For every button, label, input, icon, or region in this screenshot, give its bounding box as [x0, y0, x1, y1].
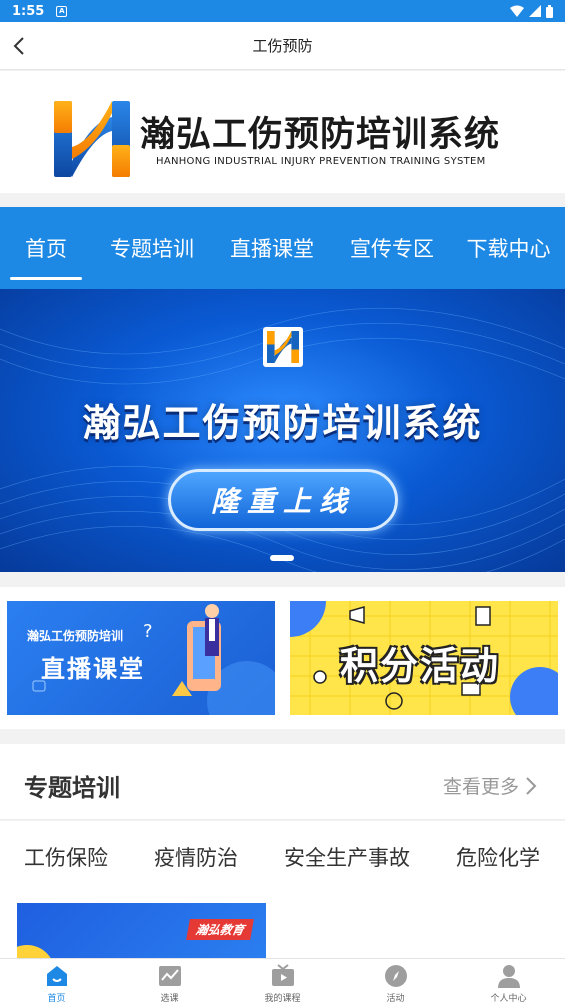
category-item[interactable]: 工伤保险 — [24, 842, 108, 872]
page-title: 工伤预防 — [252, 37, 313, 55]
tab-home[interactable]: 首页 — [0, 207, 92, 289]
course-list: 瀚弘教育 — [0, 893, 565, 958]
banner-title: 瀚弘工伤预防培训系统 — [82, 401, 483, 445]
category-item[interactable]: 危险化学 — [456, 842, 540, 872]
logo-title-cn: 瀚弘工伤预防培训系统 — [140, 115, 501, 155]
main-tabs: 首页 专题培训 直播课堂 宣传专区 下载中心 — [0, 207, 565, 289]
nav-home[interactable]: 首页 — [0, 959, 113, 1004]
hanhong-logo-icon — [54, 101, 130, 177]
view-more-label: 查看更多 — [442, 776, 519, 798]
category-item[interactable]: 疫情防治 — [154, 842, 238, 872]
signal-icon — [529, 5, 541, 17]
tab-topic-training[interactable]: 专题培训 — [92, 207, 212, 289]
category-row: 工伤保险 疫情防治 安全生产事故 危险化学 — [0, 821, 565, 893]
bottom-navigation: 首页 选课 我的课程 活动 个人中心 — [0, 958, 565, 1004]
nav-my-courses[interactable]: 我的课程 — [226, 959, 339, 1004]
promo-section: ? 瀚弘工伤预防培训 直播课堂 积分活动 — [0, 587, 565, 729]
status-bar: 1:55 A — [0, 0, 565, 22]
points-card-title: 积分活动 — [340, 644, 501, 688]
nav-label: 活动 — [386, 994, 405, 1004]
category-item[interactable]: 安全生产事故 — [284, 842, 410, 872]
battery-icon — [546, 4, 553, 18]
video-icon — [271, 964, 294, 986]
nav-activities[interactable]: 活动 — [339, 959, 452, 1004]
wifi-icon — [510, 5, 524, 17]
view-more-link[interactable]: 查看更多 — [443, 772, 537, 799]
course-decoration — [17, 945, 55, 958]
logo-header: 瀚弘工伤预防培训系统 HANHONG INDUSTRIAL INJURY PRE… — [0, 71, 565, 193]
nav-profile[interactable]: 个人中心 — [452, 959, 565, 1004]
nav-label: 选课 — [160, 994, 179, 1004]
live-card-title: 直播课堂 — [41, 655, 145, 683]
chevron-right-icon — [526, 776, 537, 795]
nav-label: 我的课程 — [264, 994, 301, 1004]
nav-select-course[interactable]: 选课 — [113, 959, 226, 1004]
topic-training-header: 专题培训 查看更多 — [0, 744, 565, 820]
live-class-card[interactable]: ? 瀚弘工伤预防培训 直播课堂 — [7, 601, 275, 715]
banner-pagination-dot — [270, 555, 294, 561]
nav-label: 首页 — [47, 994, 66, 1004]
live-card-subtitle: 瀚弘工伤预防培训 — [27, 629, 124, 643]
points-activity-card[interactable]: 积分活动 — [290, 601, 558, 715]
home-icon — [46, 966, 67, 986]
tab-download-center[interactable]: 下载中心 — [452, 207, 565, 289]
status-time: 1:55 — [12, 3, 45, 19]
hero-banner[interactable]: 瀚弘工伤预防培训系统 隆重上线 — [0, 289, 565, 572]
banner-launch-pill: 隆重上线 — [168, 469, 398, 531]
chart-icon — [158, 966, 181, 986]
tab-promotion[interactable]: 宣传专区 — [332, 207, 452, 289]
course-badge: 瀚弘教育 — [186, 919, 254, 940]
status-icons — [510, 4, 553, 18]
logo-title-en: HANHONG INDUSTRIAL INJURY PREVENTION TRA… — [156, 156, 486, 167]
compass-icon — [384, 965, 407, 987]
tab-live-class[interactable]: 直播课堂 — [212, 207, 332, 289]
banner-logo-icon — [263, 327, 303, 367]
section-title: 专题培训 — [24, 774, 120, 802]
notification-icon: A — [56, 5, 68, 17]
top-navbar: 工伤预防 — [0, 22, 565, 70]
svg-text:?: ? — [143, 621, 153, 642]
nav-label: 个人中心 — [490, 994, 527, 1004]
user-icon — [497, 965, 520, 988]
course-thumbnail[interactable]: 瀚弘教育 — [17, 903, 266, 958]
back-arrow-icon[interactable] — [8, 34, 32, 58]
